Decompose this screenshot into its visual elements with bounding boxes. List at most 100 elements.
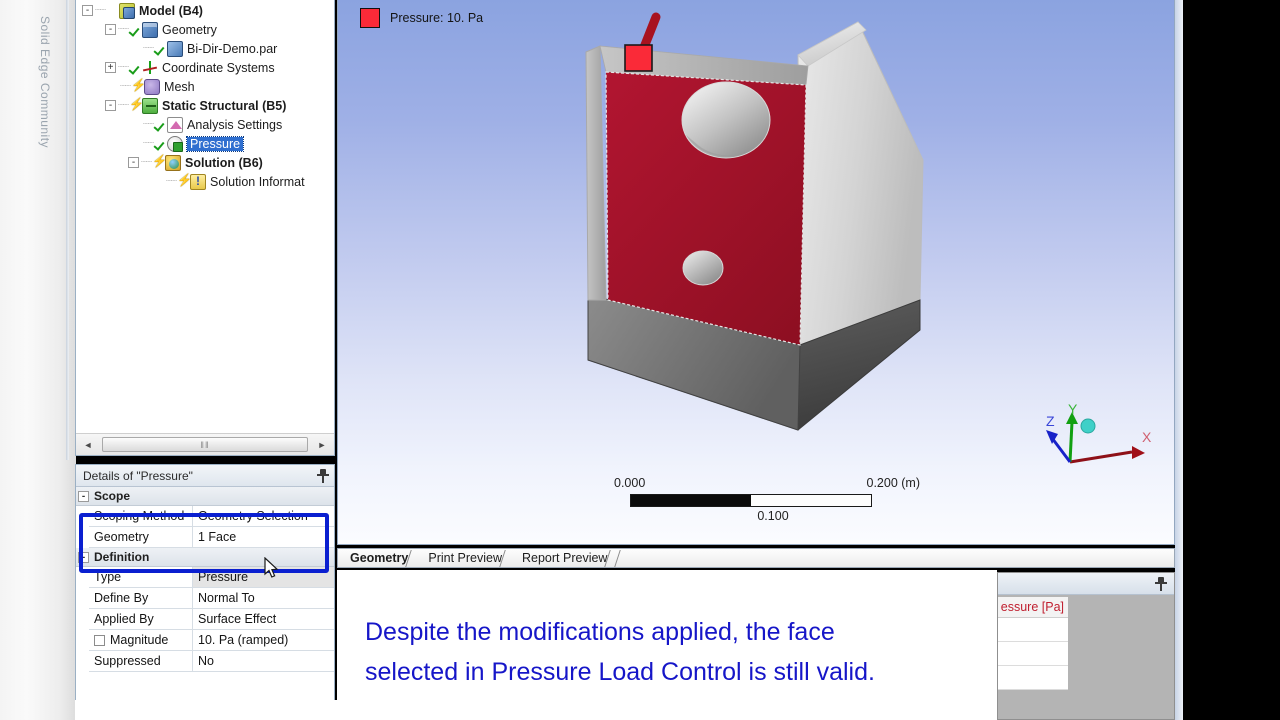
details-row[interactable]: Define By Normal To (89, 588, 334, 609)
details-row-key-cell: Define By (89, 588, 193, 608)
caption-band: Despite the modifications applied, the f… (337, 570, 997, 720)
outline-tree-horizontal-scrollbar[interactable]: ◄ ‖‖ ► (76, 433, 334, 455)
details-row[interactable]: Applied By Surface Effect (89, 609, 334, 630)
details-row-value[interactable]: Pressure (193, 567, 334, 587)
details-panel: Details of "Pressure" - Scope Scoping Meth… (75, 464, 335, 720)
tab-label: Report Preview (522, 551, 608, 565)
details-row-value[interactable]: Normal To (193, 588, 334, 608)
details-row[interactable]: Type Pressure (89, 567, 334, 588)
details-row[interactable]: Suppressed No (89, 651, 334, 672)
scroll-left-arrow-icon[interactable]: ◄ (80, 437, 96, 453)
cube-small-icon (167, 40, 184, 57)
details-row-key: Suppressed (94, 654, 161, 668)
lightning-bolt-icon (129, 97, 144, 112)
scroll-right-arrow-icon[interactable]: ► (314, 437, 330, 453)
tree-item-bi-dir-demo-par[interactable]: ┈┈ Bi-Dir-Demo.par (128, 39, 277, 58)
pushpin-icon[interactable] (1154, 576, 1168, 591)
tabular-data-panel: essure [Pa] (997, 572, 1175, 720)
tree-item-geometry[interactable]: - ┈┈ Geometry (105, 20, 217, 39)
tab-label: Print Preview (428, 551, 502, 565)
table-column-header: essure [Pa] (998, 597, 1068, 618)
view-tab-bar[interactable]: Geometry Print Preview Report Preview (337, 548, 1175, 568)
tree-item-analysis-settings[interactable]: ┈┈ Analysis Settings (128, 115, 282, 134)
tab-print-preview[interactable]: Print Preview (416, 549, 510, 567)
details-row-value[interactable]: No (193, 651, 334, 671)
details-row-key: Scoping Method (94, 509, 185, 523)
lightning-bolt-icon (131, 78, 146, 93)
details-row-value[interactable]: Geometry Selection (193, 506, 334, 526)
tab-trailing-separator (615, 549, 629, 567)
solid-edge-community-watermark: Solid Edge Community (38, 15, 52, 149)
tree-expander-toggle[interactable]: - (128, 157, 139, 168)
tree-item-label: Coordinate Systems (162, 60, 275, 75)
tree-connector: ┈┈ (95, 5, 106, 16)
tree-connector: ┈┈ (143, 119, 154, 130)
tree-item-label: Solution Informat (210, 174, 305, 189)
scrollbar-thumb[interactable]: ‖‖ (102, 437, 308, 452)
tab-geometry[interactable]: Geometry (338, 549, 416, 567)
lightning-bolt-icon (177, 173, 192, 188)
tree-connector: ┈┈ (118, 24, 129, 35)
group-expander-toggle[interactable]: - (78, 490, 89, 502)
details-group-definition[interactable]: - Definition (76, 548, 334, 567)
table-row[interactable] (998, 642, 1068, 666)
svg-text:Z: Z (1046, 413, 1055, 429)
svg-text:X: X (1142, 429, 1152, 445)
caption-text: Despite the modifications applied, the f… (365, 612, 965, 692)
details-group-scope[interactable]: - Scope (76, 487, 334, 506)
tree-expander-toggle[interactable]: - (105, 100, 116, 111)
pushpin-icon[interactable] (316, 468, 330, 483)
tab-label: Geometry (350, 551, 409, 565)
group-expander-toggle[interactable]: - (78, 551, 89, 563)
model-icon (119, 2, 136, 19)
tree-expander-toggle[interactable]: - (82, 5, 93, 16)
details-panel-header: Details of "Pressure" (76, 465, 334, 487)
details-panel-title: Details of "Pressure" (83, 468, 193, 483)
tree-item-label: Mesh (164, 79, 195, 94)
table-row[interactable] (998, 618, 1068, 642)
green-check-icon (130, 61, 141, 74)
details-row-value[interactable]: 10. Pa (ramped) (193, 630, 334, 650)
details-group-label: Scope (94, 489, 131, 503)
table-row[interactable] (998, 666, 1068, 690)
tree-connector: ┈┈ (166, 176, 177, 187)
panel-edge-divider (66, 0, 69, 460)
tree-connector: ┈┈ (118, 100, 129, 111)
details-row-key-cell: Magnitude (89, 630, 193, 650)
axes-icon (142, 60, 158, 76)
graphics-viewport[interactable]: Pressure: 10. Pa 0.000 0.200 (m) 0.100 X… (337, 0, 1175, 545)
svg-text:Y: Y (1068, 404, 1078, 417)
details-row[interactable]: Magnitude 10. Pa (ramped) (89, 630, 334, 651)
tree-item-label: Model (B4) (139, 3, 203, 18)
tree-item-coordinate-systems[interactable]: + ┈┈ Coordinate Systems (105, 58, 275, 77)
details-row-value[interactable]: 1 Face (193, 527, 334, 547)
tree-item-mesh[interactable]: ┈┈ Mesh (105, 77, 195, 96)
tree-item-pressure[interactable]: ┈┈ Pressure (128, 134, 245, 153)
tree-item-static-structural-b5[interactable]: -┈┈ Static Structural (B5) (105, 96, 286, 115)
tab-separator (406, 549, 416, 567)
outline-tree-scroll-area[interactable]: - ┈┈ Model (B4) - ┈┈ Geometry ┈┈ Bi-Dir-Demo.pa… (76, 0, 334, 433)
coordinate-triad[interactable]: X Y Z (1042, 404, 1152, 484)
tabular-data-panel-header (998, 573, 1174, 595)
tree-item-solution-b6[interactable]: -┈┈ Solution (B6) (128, 153, 263, 172)
tabular-data-table[interactable]: essure [Pa] (998, 597, 1068, 690)
tree-expander-toggle[interactable]: + (105, 62, 116, 73)
details-row[interactable]: Geometry 1 Face (89, 527, 334, 548)
tab-separator (500, 549, 510, 567)
green-check-icon (155, 118, 166, 131)
details-row-key-cell: Suppressed (89, 651, 193, 671)
lightning-bolt-icon (152, 154, 167, 169)
tree-item-label: Pressure (186, 135, 245, 152)
tree-expander-toggle[interactable]: - (105, 24, 116, 35)
details-row[interactable]: Scoping Method Geometry Selection (89, 506, 334, 527)
green-check-icon (155, 42, 166, 55)
tree-item-solution-informat[interactable]: ┈┈ Solution Informat (151, 172, 305, 191)
tree-item-model-b4[interactable]: - ┈┈ Model (B4) (82, 1, 203, 20)
solution-icon (165, 154, 182, 171)
details-row-key-cell: Scoping Method (89, 506, 193, 526)
tab-report-preview[interactable]: Report Preview (510, 549, 615, 567)
details-group-label: Definition (94, 550, 150, 564)
row-checkbox[interactable] (94, 634, 105, 646)
details-row-key: Type (94, 570, 122, 584)
details-row-value[interactable]: Surface Effect (193, 609, 334, 629)
